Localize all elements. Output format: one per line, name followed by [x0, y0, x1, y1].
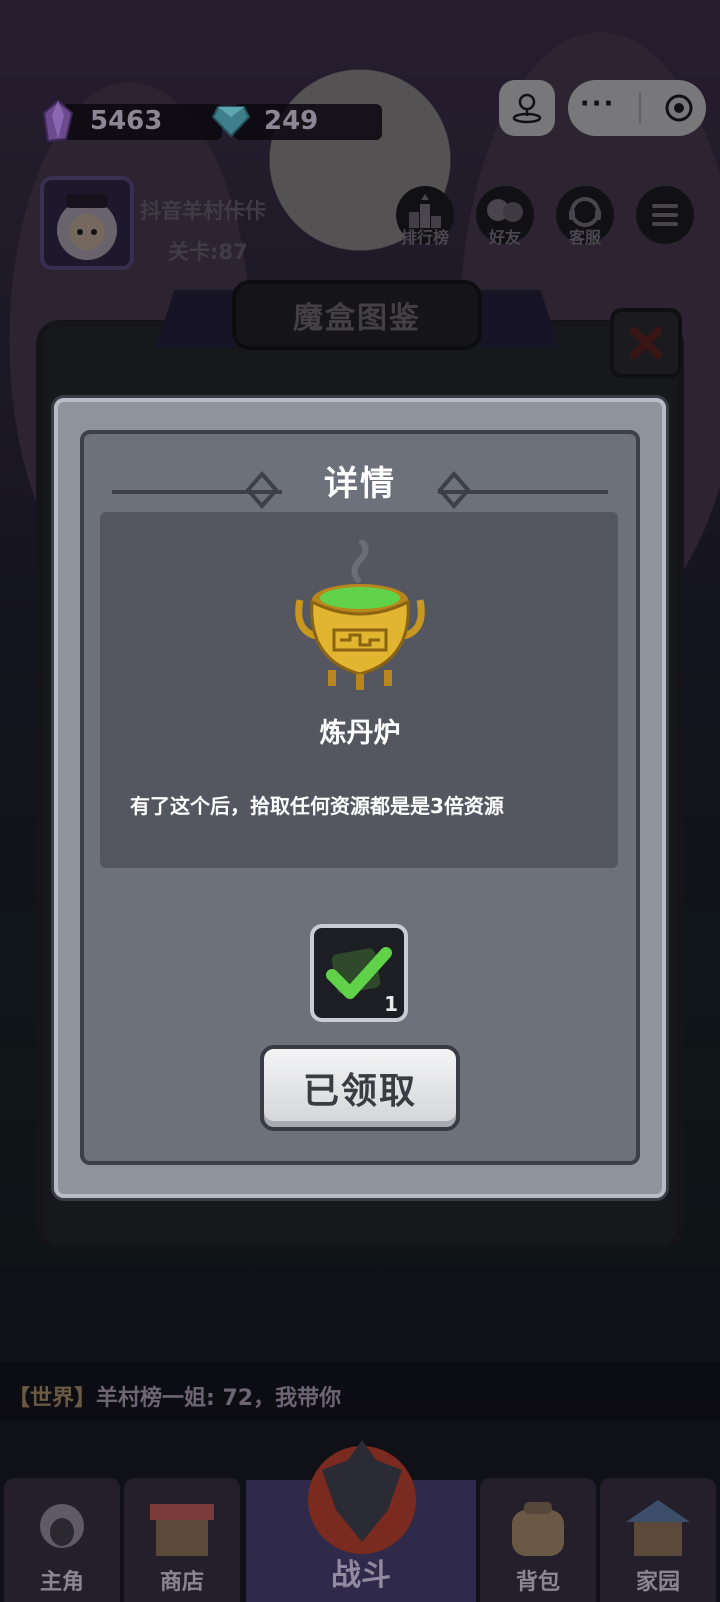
nav-hero[interactable]: 主角	[4, 1478, 120, 1602]
world-chat-message: 【世界】羊村榜一姐: 72，我带你	[8, 1380, 341, 1412]
wolf-icon	[308, 1440, 416, 1554]
home-icon	[626, 1500, 690, 1556]
nav-hero-label: 主角	[39, 1570, 84, 1595]
nav-shop-label: 商店	[159, 1570, 204, 1595]
nav-home-label: 家园	[635, 1570, 680, 1595]
item-description: 有了这个后，拾取任何资源都是是3倍资源	[130, 794, 504, 818]
crystal-counter: 5463	[40, 99, 222, 143]
nav-battle-label: 战斗	[331, 1558, 391, 1593]
chat-text: 羊村榜一姐: 72，我带你	[96, 1386, 342, 1411]
diamond-counter: 249	[212, 102, 382, 140]
chat-channel: 【世界】	[8, 1386, 97, 1411]
blue-diamond-icon	[212, 106, 250, 137]
nav-battle[interactable]: 战斗	[246, 1440, 476, 1602]
purple-crystal-icon	[42, 99, 74, 143]
alchemy-furnace-icon	[295, 540, 425, 690]
crystal-value: 5463	[90, 106, 163, 136]
nav-shop[interactable]: 商店	[124, 1478, 240, 1602]
item-name: 炼丹炉	[319, 718, 401, 749]
diamond-value: 249	[264, 106, 319, 136]
sheep-icon	[40, 1504, 84, 1548]
nav-backpack-label: 背包	[515, 1570, 560, 1595]
shop-icon	[150, 1504, 214, 1556]
modal-title: 详情	[324, 464, 396, 504]
reward-slot[interactable]: 1	[310, 924, 408, 1022]
reward-count: 1	[384, 992, 398, 1016]
nav-home[interactable]: 家园	[600, 1478, 716, 1602]
nav-backpack[interactable]: 背包	[480, 1478, 596, 1602]
claimed-button[interactable]: 已领取	[260, 1045, 460, 1131]
backpack-icon	[512, 1502, 564, 1556]
